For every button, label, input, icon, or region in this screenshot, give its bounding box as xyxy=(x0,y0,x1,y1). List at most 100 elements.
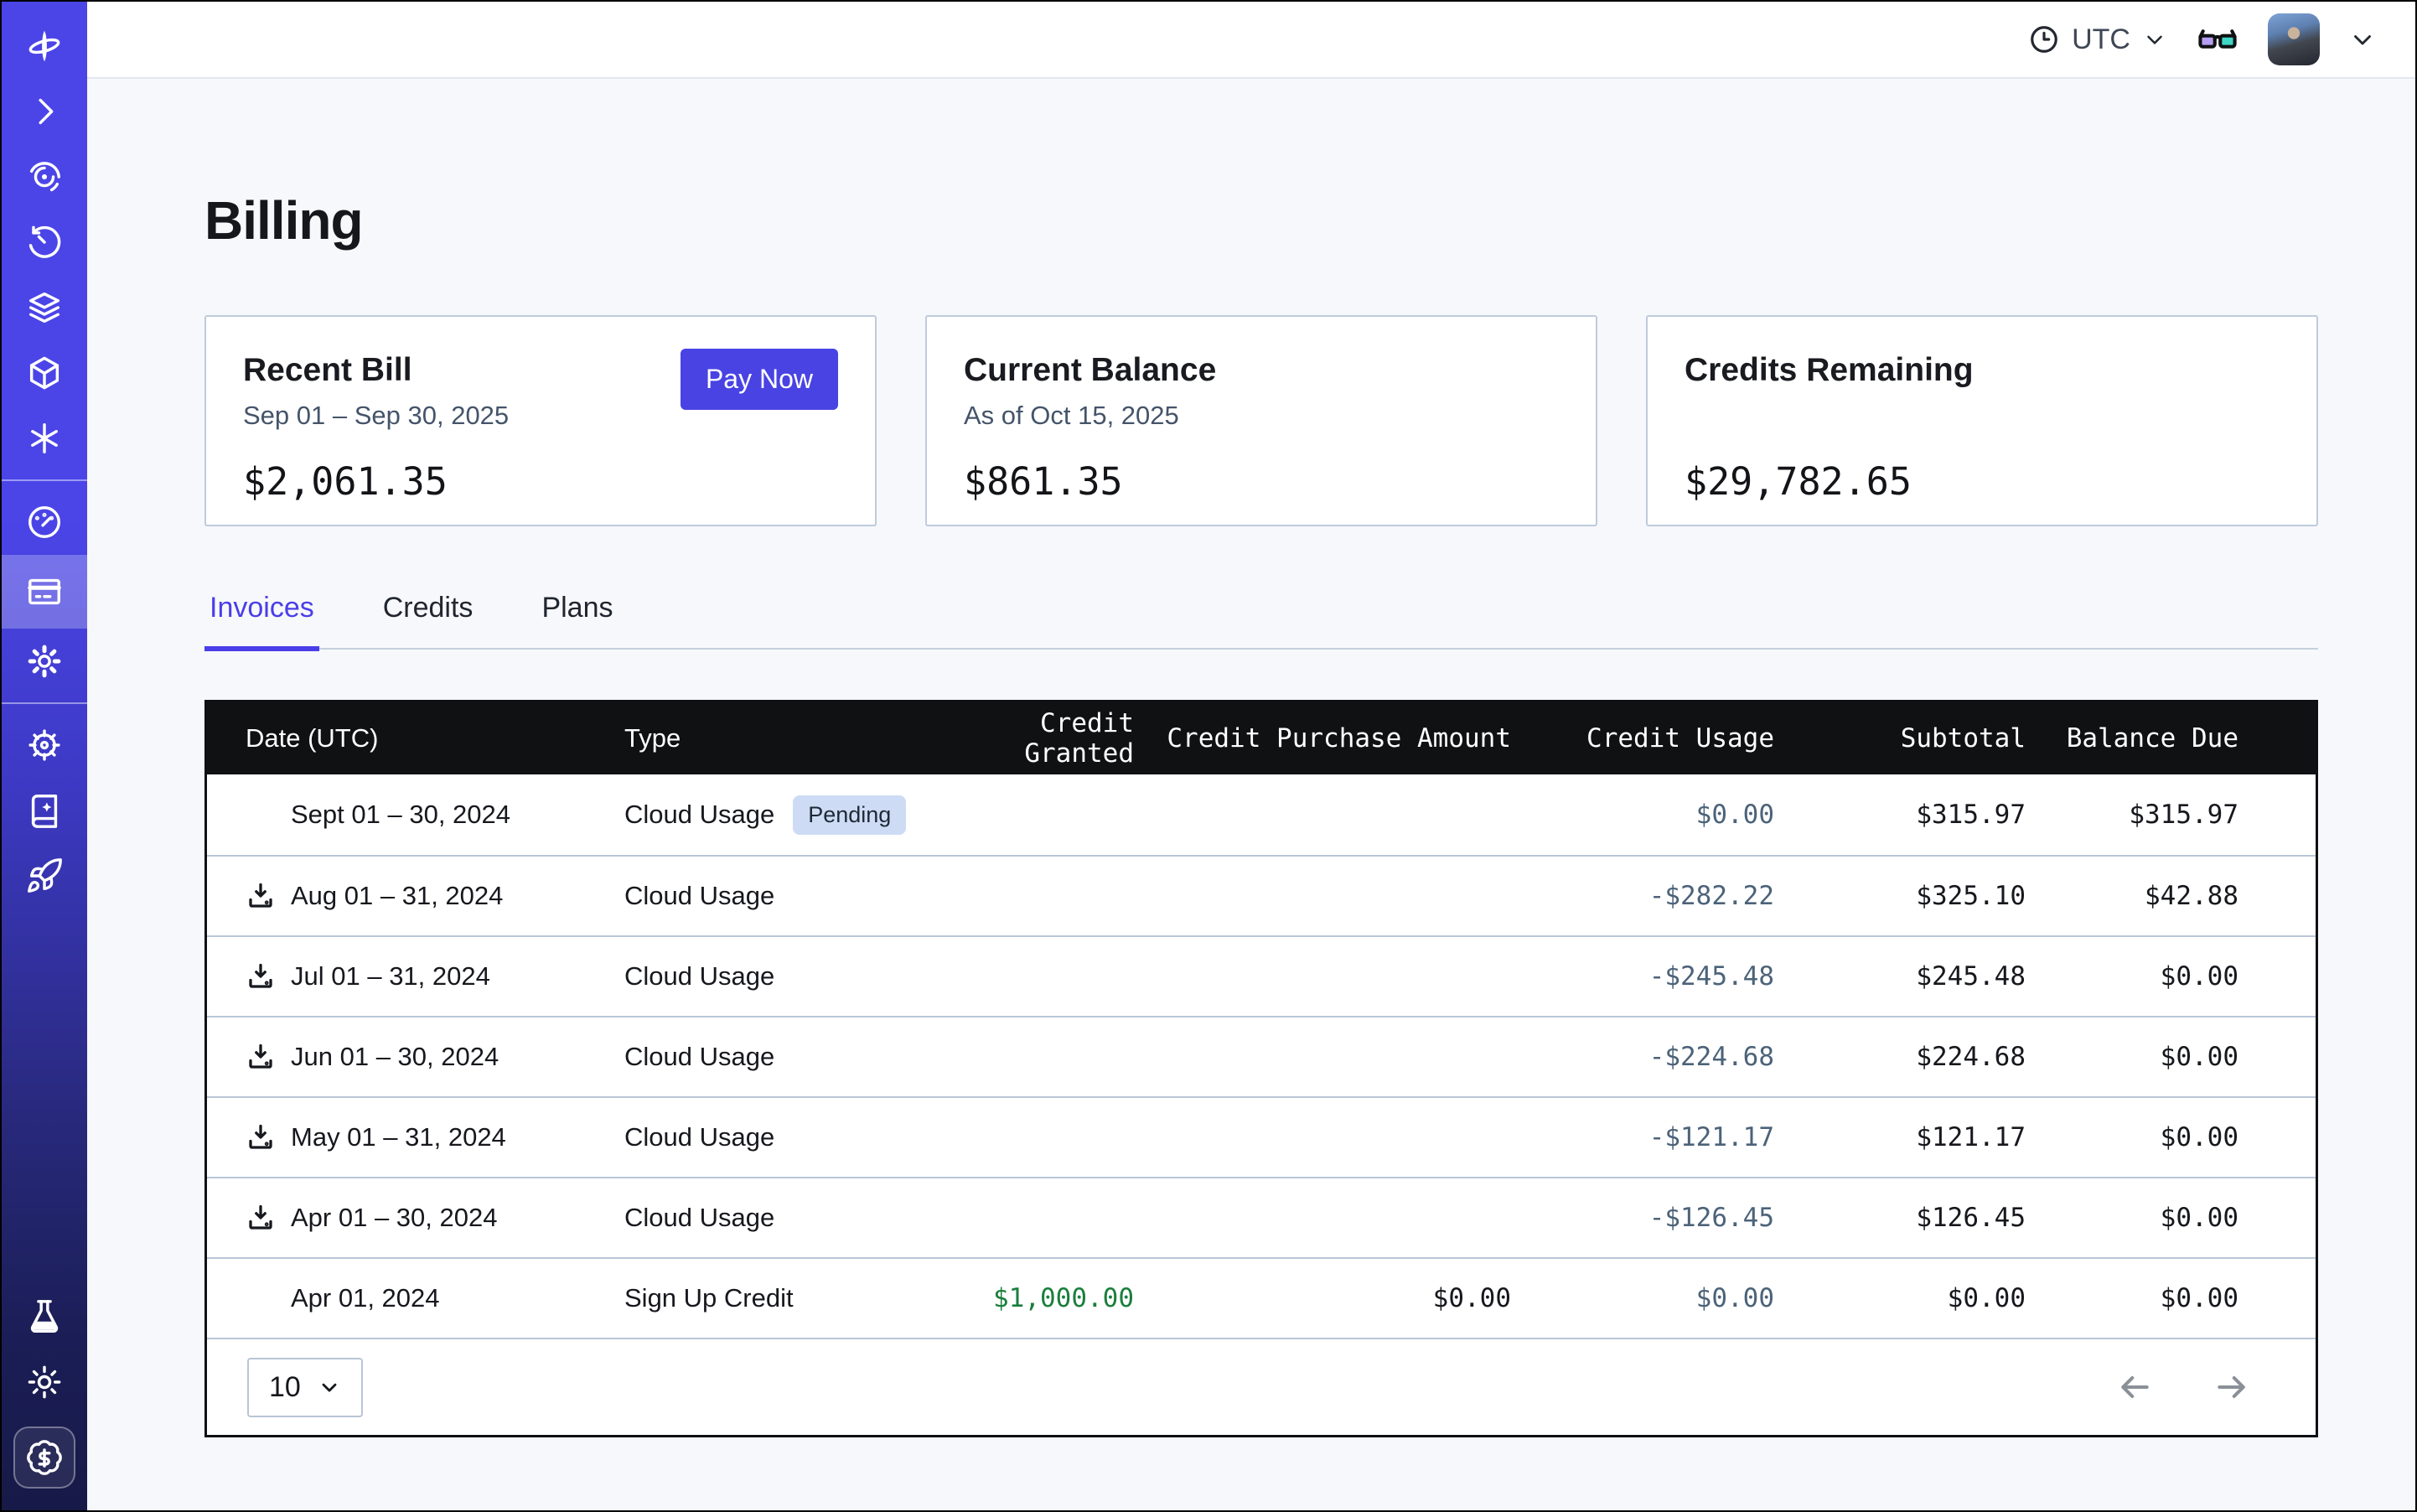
credit-usage-value: -$126.45 xyxy=(1511,1203,1774,1233)
card-amount: $29,782.65 xyxy=(1685,459,2280,504)
asterisk-icon[interactable] xyxy=(2,406,87,471)
invoice-date: May 01 – 31, 2024 xyxy=(291,1122,506,1152)
chevron-right-icon[interactable] xyxy=(2,79,87,144)
clock-icon xyxy=(2028,23,2060,55)
download-invoice-icon[interactable] xyxy=(246,961,276,992)
table-row: Apr 01 – 30, 2024 Cloud Usage -$126.45 $… xyxy=(207,1177,2316,1257)
status-badge: Pending xyxy=(793,795,906,835)
user-avatar[interactable] xyxy=(2268,13,2320,65)
history-clock-icon[interactable] xyxy=(2,210,87,275)
chevron-down-icon xyxy=(318,1375,341,1399)
table-row: Jun 01 – 30, 2024 Cloud Usage -$224.68 $… xyxy=(207,1016,2316,1096)
balance-due-value: $0.00 xyxy=(2026,1042,2319,1072)
invoice-type: Cloud Usage xyxy=(624,800,774,830)
ship-wheel-icon[interactable] xyxy=(2,712,87,778)
table-header-row: Date (UTC) Type Credit Granted Credit Pu… xyxy=(207,702,2316,774)
table-body: Sept 01 – 30, 2024 Cloud Usage Pending $… xyxy=(207,774,2316,1338)
column-header-balance-due: Balance Due xyxy=(2026,723,2319,753)
arrow-left-icon xyxy=(2116,1369,2153,1406)
download-invoice-icon[interactable] xyxy=(246,881,276,911)
card-title: Current Balance xyxy=(964,352,1559,389)
app-window: UTC Billing Recent Bill Sep 01 – Sep 30,… xyxy=(0,0,2417,1512)
dollar-badge-button[interactable] xyxy=(13,1427,75,1489)
pagination-bar: 10 xyxy=(207,1338,2316,1435)
card-amount: $2,061.35 xyxy=(243,459,838,504)
orbit-logo-icon[interactable] xyxy=(2,13,87,79)
subtotal-value: $224.68 xyxy=(1774,1042,2026,1072)
timezone-label: UTC xyxy=(2072,23,2130,56)
docs-book-icon[interactable] xyxy=(2,778,87,843)
layers-icon[interactable] xyxy=(2,275,87,340)
sidebar-spacer xyxy=(2,909,87,1284)
cube-icon[interactable] xyxy=(2,340,87,406)
account-menu-chevron[interactable] xyxy=(2348,25,2377,54)
subtotal-value: $0.00 xyxy=(1774,1283,2026,1313)
invoice-date: Jun 01 – 30, 2024 xyxy=(291,1042,499,1072)
summary-cards: Recent Bill Sep 01 – Sep 30, 2025 $2,061… xyxy=(204,315,2318,526)
page-title: Billing xyxy=(204,189,2318,251)
balance-due-value: $0.00 xyxy=(2026,1122,2319,1152)
card-title: Credits Remaining xyxy=(1685,352,2280,389)
table-row: Jul 01 – 31, 2024 Cloud Usage -$245.48 $… xyxy=(207,935,2316,1016)
subtotal-value: $126.45 xyxy=(1774,1203,2026,1233)
current-balance-card: Current Balance As of Oct 15, 2025 $861.… xyxy=(925,315,1597,526)
invoice-date: Jul 01 – 31, 2024 xyxy=(291,961,490,992)
credit-usage-value: $0.00 xyxy=(1511,800,1774,830)
invoice-date: Apr 01 – 30, 2024 xyxy=(291,1203,497,1233)
download-invoice-icon[interactable] xyxy=(246,1122,276,1152)
invoice-type: Cloud Usage xyxy=(624,1203,774,1233)
sidebar-item-billing[interactable] xyxy=(2,555,87,629)
dollar-badge-icon xyxy=(25,1438,64,1477)
column-header-date: Date (UTC) xyxy=(207,723,591,753)
arrow-right-icon xyxy=(2213,1369,2250,1406)
gauge-icon[interactable] xyxy=(2,489,87,555)
billing-tabs: Invoices Credits Plans xyxy=(204,592,2318,650)
sidebar-divider xyxy=(2,702,87,704)
subtotal-value: $121.17 xyxy=(1774,1122,2026,1152)
rocket-icon[interactable] xyxy=(2,843,87,909)
balance-due-value: $42.88 xyxy=(2026,881,2319,911)
page-size-value: 10 xyxy=(269,1371,301,1404)
balance-due-value: $0.00 xyxy=(2026,961,2319,992)
credit-usage-value: $0.00 xyxy=(1511,1283,1774,1313)
pay-now-button[interactable]: Pay Now xyxy=(681,349,838,410)
sidebar xyxy=(2,2,87,1510)
table-row: May 01 – 31, 2024 Cloud Usage -$121.17 $… xyxy=(207,1096,2316,1177)
invoice-date: Sept 01 – 30, 2024 xyxy=(291,800,510,830)
invoice-type: Cloud Usage xyxy=(624,1122,774,1152)
next-page-button[interactable] xyxy=(2213,1369,2250,1406)
flask-icon[interactable] xyxy=(2,1284,87,1349)
chevron-down-icon xyxy=(2348,25,2377,54)
settings-gear-icon[interactable] xyxy=(2,629,87,694)
invoice-type: Sign Up Credit xyxy=(624,1283,794,1313)
chevron-down-icon xyxy=(2142,27,2167,52)
credit-purchase-value: $0.00 xyxy=(1134,1283,1511,1313)
sidebar-divider xyxy=(2,479,87,481)
download-invoice-icon[interactable] xyxy=(246,1203,276,1233)
subtotal-value: $325.10 xyxy=(1774,881,2026,911)
billing-card-icon xyxy=(25,572,64,611)
credits-remaining-card: Credits Remaining $29,782.65 xyxy=(1646,315,2318,526)
table-row: Aug 01 – 31, 2024 Cloud Usage -$282.22 $… xyxy=(207,855,2316,935)
recent-bill-card: Recent Bill Sep 01 – Sep 30, 2025 $2,061… xyxy=(204,315,877,526)
prev-page-button[interactable] xyxy=(2116,1369,2153,1406)
tab-invoices[interactable]: Invoices xyxy=(204,592,319,651)
main-content: Billing Recent Bill Sep 01 – Sep 30, 202… xyxy=(87,80,2415,1510)
page-size-select[interactable]: 10 xyxy=(247,1358,363,1417)
card-subtitle: As of Oct 15, 2025 xyxy=(964,401,1559,431)
download-invoice-icon[interactable] xyxy=(246,1042,276,1072)
table-row: Sept 01 – 30, 2024 Cloud Usage Pending $… xyxy=(207,774,2316,855)
tab-plans[interactable]: Plans xyxy=(536,592,618,651)
credit-usage-value: -$282.22 xyxy=(1511,881,1774,911)
column-header-credit-purchase: Credit Purchase Amount xyxy=(1134,723,1511,753)
sun-icon[interactable] xyxy=(2,1349,87,1415)
card-amount: $861.35 xyxy=(964,459,1559,504)
credit-usage-value: -$224.68 xyxy=(1511,1042,1774,1072)
glasses-icon[interactable] xyxy=(2196,18,2239,61)
invoice-type: Cloud Usage xyxy=(624,1042,774,1072)
radar-icon[interactable] xyxy=(2,144,87,210)
tab-credits[interactable]: Credits xyxy=(378,592,479,651)
subtotal-value: $315.97 xyxy=(1774,800,2026,830)
topbar: UTC xyxy=(87,2,2415,79)
timezone-selector[interactable]: UTC xyxy=(2028,23,2167,56)
